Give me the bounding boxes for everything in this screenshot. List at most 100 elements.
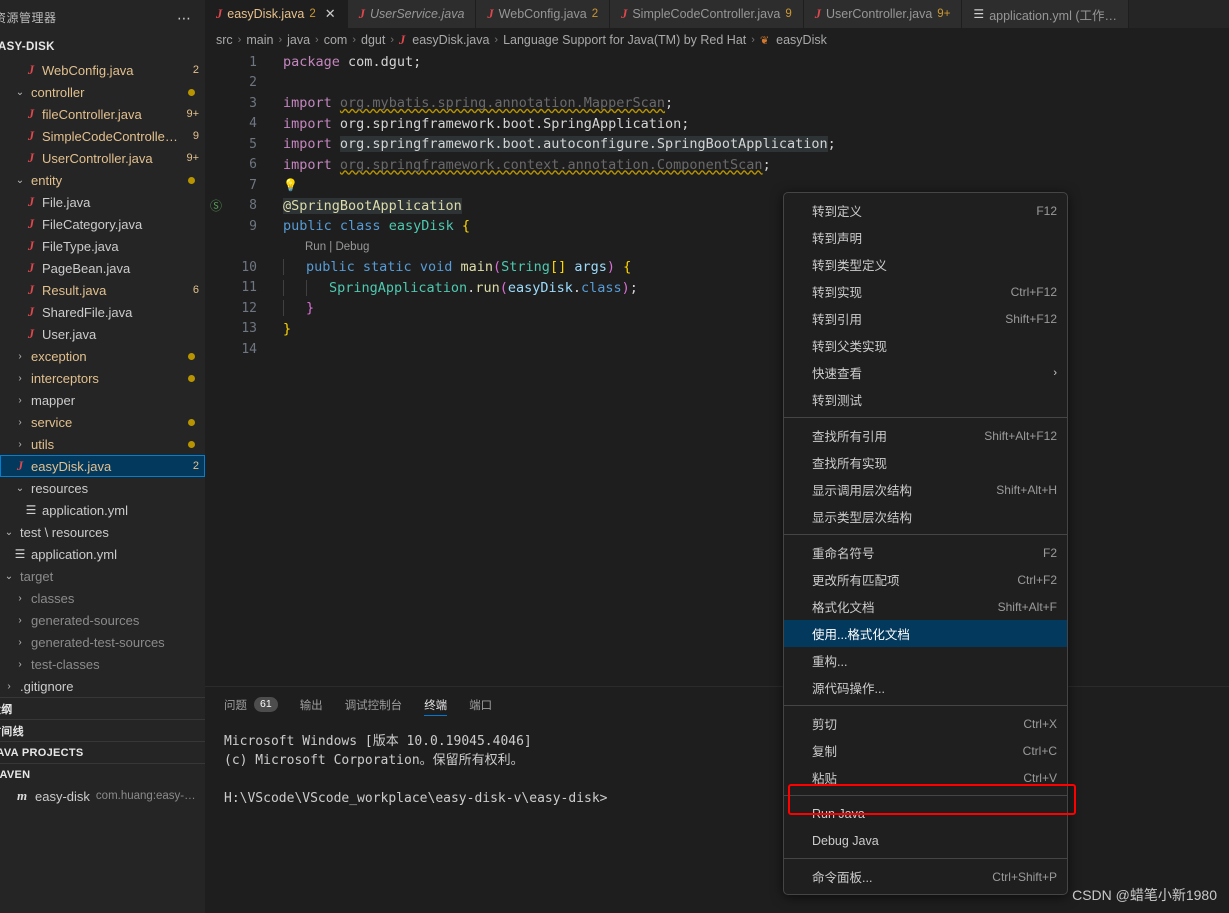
menu-item-剪切[interactable]: 剪切 Ctrl+X: [784, 710, 1067, 737]
breadcrumb-item[interactable]: easyDisk: [776, 33, 827, 47]
tree-item-resources[interactable]: ⌄ resources: [0, 477, 205, 499]
tree-item-interceptors[interactable]: › interceptors: [0, 367, 205, 389]
menu-item-label: 剪切: [812, 718, 838, 732]
menu-item-快速查看[interactable]: 快速查看 ›: [784, 359, 1067, 386]
code-editor[interactable]: 1 package com.dgut; 2 3 import org.mybat…: [205, 52, 1229, 686]
breadcrumb: src › main › java › com › dgut › JeasyDisk.java › La…: [205, 28, 1229, 52]
tree-item-exception[interactable]: › exception: [0, 345, 205, 367]
code-line: 1 package com.dgut;: [205, 52, 1229, 73]
panel-tab-5[interactable]: 端口: [469, 687, 492, 722]
breadcrumb-item[interactable]: Language Support for Java(TM) by Red Hat: [503, 33, 746, 47]
tab-label: UserController.java: [826, 7, 933, 21]
menu-item-复制[interactable]: 复制 Ctrl+C: [784, 737, 1067, 764]
editor-context-menu[interactable]: 转到定义 F12 转到声明 转到类型定义 转到实现 Ctrl+F12 转到引用 Shift+F…: [783, 192, 1068, 895]
breadcrumb-item[interactable]: src: [216, 33, 233, 47]
tree-item-simplecodecontrolle[interactable]: J SimpleCodeControlle… 9: [0, 125, 205, 147]
tree-item-usercontroller-java[interactable]: J UserController.java 9+: [0, 147, 205, 169]
tree-item-mapper[interactable]: › mapper: [0, 389, 205, 411]
java-file-icon: J: [358, 6, 365, 21]
tree-item-generated-test-sources[interactable]: › generated-test-sources: [0, 631, 205, 653]
tree-item-controller[interactable]: ⌄ controller: [0, 81, 205, 103]
lightbulb-icon[interactable]: 💡: [283, 178, 298, 192]
tree-item-result-java[interactable]: J Result.java 6: [0, 279, 205, 301]
menu-item-重命名符号[interactable]: 重命名符号 F2: [784, 539, 1067, 566]
menu-item-粘贴[interactable]: 粘贴 Ctrl+V: [784, 764, 1067, 791]
maven-project-item[interactable]: m easy-disk com.huang:easy-…: [0, 785, 205, 807]
tab-webconfig-java[interactable]: J WebConfig.java 2: [476, 0, 611, 28]
breadcrumb-item[interactable]: com: [324, 33, 348, 47]
tab-simplecodecontroller-java[interactable]: J SimpleCodeController.java 9: [610, 0, 804, 28]
menu-item-转到引用[interactable]: 转到引用 Shift+F12: [784, 305, 1067, 332]
menu-item-label: 转到测试: [812, 394, 863, 408]
chevron-right-icon: ›: [7, 680, 11, 692]
menu-item-源代码操作[interactable]: 源代码操作...: [784, 674, 1067, 701]
menu-item-转到实现[interactable]: 转到实现 Ctrl+F12: [784, 278, 1067, 305]
tab-userservice-java[interactable]: J UserService.java: [347, 0, 477, 28]
tree-item-webconfig-java[interactable]: J WebConfig.java 2: [0, 59, 205, 81]
menu-item-显示调用层次结构[interactable]: 显示调用层次结构 Shift+Alt+H: [784, 476, 1067, 503]
sidebar-section-1[interactable]: 大纲: [0, 697, 205, 719]
panel-tab-4[interactable]: 终端: [424, 687, 448, 722]
tree-item-filecategory-java[interactable]: J FileCategory.java: [0, 213, 205, 235]
menu-item-格式化文档[interactable]: 格式化文档 Shift+Alt+F: [784, 593, 1067, 620]
tree-item-classes[interactable]: › classes: [0, 587, 205, 609]
code-lens-run-debug[interactable]: Run | Debug: [261, 241, 1229, 253]
tree-item-sharedfile-java[interactable]: J SharedFile.java: [0, 301, 205, 323]
menu-item-转到类型定义[interactable]: 转到类型定义: [784, 251, 1067, 278]
tree-item-file-java[interactable]: J File.java: [0, 191, 205, 213]
menu-separator: [784, 705, 1067, 706]
tree-item-entity[interactable]: ⌄ entity: [0, 169, 205, 191]
tree-item-generated-sources[interactable]: › generated-sources: [0, 609, 205, 631]
maven-project-detail: com.huang:easy-…: [95, 790, 196, 802]
menu-item-使用-格式化文档[interactable]: 使用...格式化文档: [784, 620, 1067, 647]
tree-item-user-java[interactable]: J User.java: [0, 323, 205, 345]
tree-item-target[interactable]: ⌄ target: [0, 565, 205, 587]
breadcrumb-item[interactable]: main: [246, 33, 273, 47]
tree-item-easydisk-java[interactable]: JeasyDisk.java 2: [0, 455, 205, 477]
tree-item-gitignore[interactable]: › .gitignore: [0, 675, 205, 697]
menu-item-debug-java[interactable]: Debug Java: [784, 827, 1067, 854]
tree-item-filetype-java[interactable]: J FileType.java: [0, 235, 205, 257]
sidebar-section-3[interactable]: JAVA PROJECTS: [0, 741, 205, 763]
breadcrumb-item[interactable]: java: [287, 33, 310, 47]
menu-item-显示类型层次结构[interactable]: 显示类型层次结构: [784, 503, 1067, 530]
menu-item-查找所有引用[interactable]: 查找所有引用 Shift+Alt+F12: [784, 422, 1067, 449]
menu-item-重构[interactable]: 重构...: [784, 647, 1067, 674]
tree-item-label: interceptors: [31, 370, 99, 386]
tab-easydisk-java[interactable]: JeasyDisk.java 2 ✕: [205, 0, 348, 28]
tree-item-test-classes[interactable]: › test-classes: [0, 653, 205, 675]
tab-application-yml[interactable]: ☰ application.yml (工作…: [962, 0, 1130, 28]
panel-tab-3[interactable]: 调试控制台: [345, 687, 403, 722]
tree-item-utils[interactable]: › utils: [0, 433, 205, 455]
menu-item-查找所有实现[interactable]: 查找所有实现: [784, 449, 1067, 476]
menu-item-转到父类实现[interactable]: 转到父类实现: [784, 332, 1067, 359]
yaml-file-icon: ☰: [973, 7, 985, 21]
tree-item-test-resources[interactable]: ⌄ test \ resources: [0, 521, 205, 543]
tab-usercontroller-java[interactable]: J UserController.java 9+: [803, 0, 963, 28]
breadcrumb-item[interactable]: easyDisk.java: [412, 33, 489, 47]
tree-item-application-yml[interactable]: ☰ application.yml: [0, 499, 205, 521]
workspace-root-folder[interactable]: EASY-DISK: [0, 35, 205, 59]
tree-item-application-yml[interactable]: ☰ application.yml: [0, 543, 205, 565]
breadcrumb-item[interactable]: dgut: [361, 33, 385, 47]
panel-tab-2[interactable]: 输出: [300, 687, 323, 722]
menu-item-转到测试[interactable]: 转到测试: [784, 386, 1067, 413]
menu-item-转到定义[interactable]: 转到定义 F12: [784, 197, 1067, 224]
tree-item-service[interactable]: › service: [0, 411, 205, 433]
close-icon[interactable]: ✕: [325, 6, 336, 22]
menu-item-转到声明[interactable]: 转到声明: [784, 224, 1067, 251]
menu-item-run-java[interactable]: Run Java: [784, 800, 1067, 827]
line-content: import org.springframework.boot.SpringAp…: [283, 115, 690, 132]
tree-item-filecontroller-java[interactable]: JfileController.java 9+: [0, 103, 205, 125]
no-entry-icon[interactable]: Ⓢ: [205, 197, 227, 214]
tree-item-pagebean-java[interactable]: J PageBean.java: [0, 257, 205, 279]
menu-item-shortcut: Ctrl+V: [1023, 770, 1057, 785]
ellipsis-icon[interactable]: ⋯: [177, 11, 193, 25]
menu-item-更改所有匹配项[interactable]: 更改所有匹配项 Ctrl+F2: [784, 566, 1067, 593]
menu-item-命令面板[interactable]: 命令面板... Ctrl+Shift+P: [784, 863, 1067, 890]
panel-tab-1[interactable]: 问题 61: [224, 687, 278, 722]
panel-tab-label: 终端: [424, 699, 448, 712]
sidebar-section-2[interactable]: 时间线: [0, 719, 205, 741]
terminal-output[interactable]: Microsoft Windows [版本 10.0.19045.4046] (c…: [205, 722, 1229, 808]
sidebar-section-4[interactable]: MAVEN: [0, 763, 205, 785]
